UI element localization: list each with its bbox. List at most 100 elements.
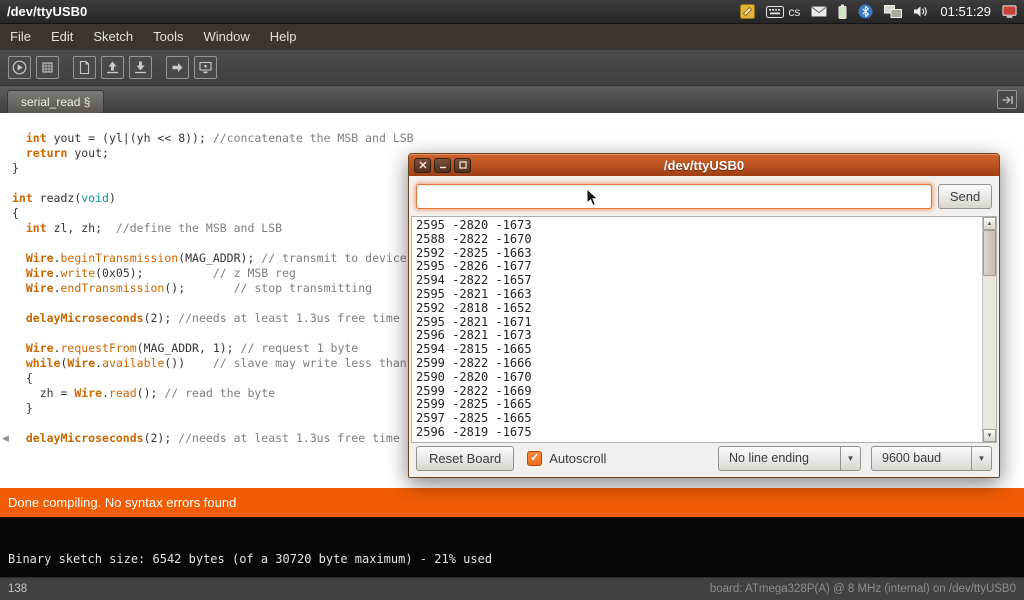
verify-button[interactable] [8, 56, 31, 79]
autoscroll-label: Autoscroll [549, 451, 606, 466]
menu-window[interactable]: Window [193, 24, 259, 50]
keyboard-icon [766, 6, 784, 18]
stop-button[interactable] [36, 56, 59, 79]
keyboard-layout-label: cs [788, 5, 800, 19]
scrollbar-up-icon[interactable]: ▲ [983, 217, 996, 230]
save-icon [132, 59, 149, 76]
code-line: { [12, 371, 476, 386]
tab-menu-arrow-icon [1001, 94, 1014, 106]
serial-output-area[interactable]: 2595 -2820 -16732588 -2822 -16702592 -28… [411, 216, 997, 443]
scrollbar-down-icon[interactable]: ▼ [983, 429, 996, 442]
serial-output-line: 2595 -2826 -1677 [416, 260, 982, 274]
tab-label: serial_read § [21, 95, 90, 109]
battery-icon[interactable] [838, 4, 847, 19]
serial-output-line: 2595 -2820 -1673 [416, 219, 982, 233]
code-line: Wire.beginTransmission(MAG_ADDR); // tra… [12, 251, 476, 266]
serial-monitor-window: /dev/ttyUSB0 Send 2595 -2820 -16732588 -… [408, 153, 1000, 478]
serial-output-line: 2590 -2820 -1670 [416, 371, 982, 385]
code-line: } [12, 161, 476, 176]
network-icon[interactable] [884, 5, 902, 18]
minimize-button[interactable] [434, 158, 451, 173]
menu-file[interactable]: File [0, 24, 41, 50]
code-line: delayMicroseconds(2); //needs at least 1… [12, 431, 476, 446]
menu-help[interactable]: Help [260, 24, 307, 50]
code-line [12, 176, 476, 191]
mail-icon[interactable] [811, 6, 827, 17]
serial-output-line: 2588 -2822 -1670 [416, 233, 982, 247]
autoscroll-option[interactable]: ✓ Autoscroll [527, 451, 606, 466]
code-line: delayMicroseconds(2); //needs at least 1… [12, 311, 476, 326]
reset-board-button[interactable]: Reset Board [416, 446, 514, 471]
baud-rate-dropdown[interactable]: 9600 baud ▼ [871, 446, 992, 471]
clock[interactable]: 01:51:29 [940, 4, 991, 19]
line-ending-value[interactable]: No line ending [718, 446, 840, 471]
baud-rate-value[interactable]: 9600 baud [871, 446, 971, 471]
upload-button[interactable] [166, 56, 189, 79]
code-text: int yout = (yl|(yh << 8)); //concatenate… [12, 131, 476, 446]
autoscroll-checkbox[interactable]: ✓ [527, 451, 542, 466]
tab-serial-read[interactable]: serial_read § [7, 90, 104, 113]
system-tray: cs 01:51:29 [740, 4, 1024, 19]
maximize-button[interactable] [454, 158, 471, 173]
serial-output-line: 2599 -2822 -1666 [416, 357, 982, 371]
new-file-icon [76, 59, 93, 76]
serial-output-line: 2592 -2818 -1652 [416, 302, 982, 316]
code-line [12, 326, 476, 341]
status-bar: Done compiling. No syntax errors found [0, 488, 1024, 517]
serial-output-line: 2597 -2825 -1665 [416, 412, 982, 426]
mouse-cursor [586, 188, 599, 207]
save-sketch-button[interactable] [129, 56, 152, 79]
menu-bar: FileEditSketchToolsWindowHelp [0, 24, 1024, 50]
serial-monitor-button[interactable] [194, 56, 217, 79]
serial-input[interactable] [416, 184, 932, 209]
serial-monitor-controls: Reset Board ✓ Autoscroll No line ending … [416, 445, 992, 471]
session-icon[interactable] [1002, 4, 1017, 19]
notes-icon[interactable] [740, 4, 755, 19]
desktop: /dev/ttyUSB0 cs 01:5 [0, 0, 1024, 600]
serial-monitor-titlebar[interactable]: /dev/ttyUSB0 [409, 154, 999, 176]
bluetooth-icon[interactable] [858, 4, 873, 19]
code-line: } [12, 401, 476, 416]
serial-output-line: 2594 -2822 -1657 [416, 274, 982, 288]
close-button[interactable] [414, 158, 431, 173]
serial-output-line: 2595 -2821 -1663 [416, 288, 982, 302]
code-line: zh = Wire.read(); // read the byte [12, 386, 476, 401]
serial-input-row: Send [416, 184, 992, 209]
active-window-title: /dev/ttyUSB0 [0, 4, 87, 19]
open-sketch-button[interactable] [101, 56, 124, 79]
serial-output-line: 2592 -2825 -1663 [416, 247, 982, 261]
serial-output-line: 2596 -2821 -1673 [416, 329, 982, 343]
baud-rate-arrow-icon[interactable]: ▼ [971, 446, 992, 471]
volume-icon[interactable] [913, 5, 929, 18]
new-sketch-button[interactable] [73, 56, 96, 79]
open-icon [104, 59, 121, 76]
status-message: Done compiling. No syntax errors found [8, 495, 236, 510]
serial-output-line: 2594 -2815 -1665 [416, 343, 982, 357]
send-button[interactable]: Send [938, 184, 992, 209]
scrollbar-thumb[interactable] [983, 230, 996, 276]
keyboard-indicator[interactable]: cs [766, 5, 800, 19]
line-ending-arrow-icon[interactable]: ▼ [840, 446, 861, 471]
code-line: Wire.endTransmission(); // stop transmit… [12, 281, 476, 296]
code-line: int zl, zh; //define the MSB and LSB [12, 221, 476, 236]
code-line: { [12, 206, 476, 221]
code-line [12, 296, 476, 311]
serial-monitor-icon [197, 59, 214, 76]
menu-sketch[interactable]: Sketch [83, 24, 143, 50]
console-output: Binary sketch size: 6542 bytes (of a 307… [0, 517, 1024, 577]
verify-icon [11, 59, 28, 76]
menu-edit[interactable]: Edit [41, 24, 83, 50]
footer-status-bar: 138 board: ATmega328P(A) @ 8 MHz (intern… [0, 577, 1024, 600]
code-line: Wire.requestFrom(MAG_ADDR, 1); // reques… [12, 341, 476, 356]
tab-menu-button[interactable] [997, 90, 1017, 109]
code-line: int readz(void) [12, 191, 476, 206]
hscroll-left-arrow-icon[interactable]: ◀ [2, 433, 9, 444]
window-controls [409, 158, 471, 173]
board-info: board: ATmega328P(A) @ 8 MHz (internal) … [710, 583, 1016, 595]
maximize-icon [459, 161, 467, 169]
upload-icon [169, 59, 186, 76]
line-ending-dropdown[interactable]: No line ending ▼ [718, 446, 861, 471]
serial-scrollbar[interactable]: ▲ ▼ [982, 217, 996, 442]
menu-tools[interactable]: Tools [143, 24, 193, 50]
serial-monitor-title: /dev/ttyUSB0 [409, 158, 999, 173]
